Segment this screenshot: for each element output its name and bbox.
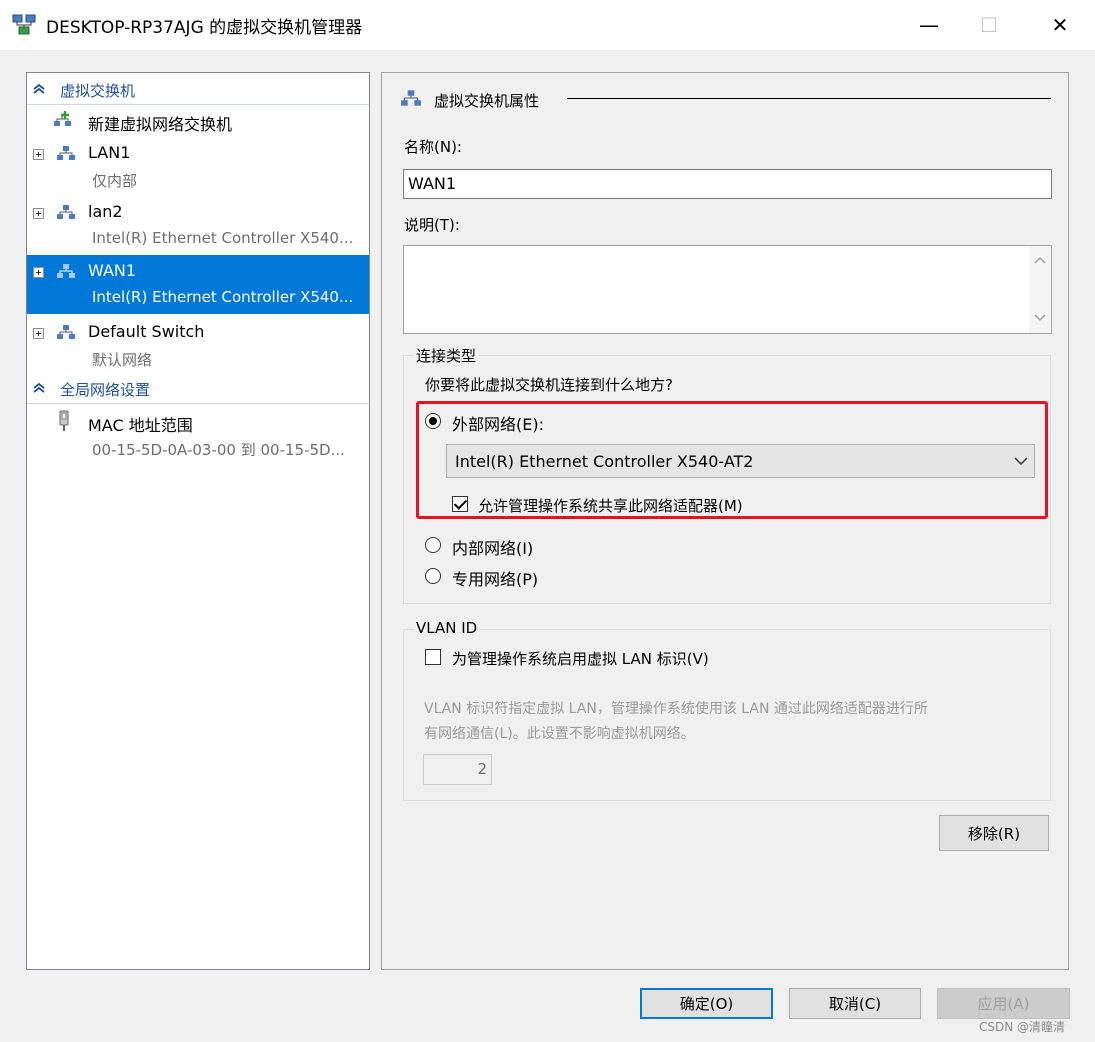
- switch-item-lan1[interactable]: LAN1 仅内部: [27, 137, 369, 194]
- name-label: 名称(N):: [404, 138, 462, 156]
- properties-pane: 虚拟交换机属性 名称(N): WAN1 说明(T): 连接类型 你要将此虚拟交换…: [381, 72, 1069, 970]
- collapse-chevron-icon: [33, 83, 45, 94]
- vlan-enable-checkbox[interactable]: [425, 649, 441, 665]
- external-network-radio[interactable]: [425, 413, 441, 429]
- ok-button[interactable]: 确定(O): [640, 988, 773, 1019]
- watermark: CSDN @清瞳清: [979, 1020, 1066, 1034]
- virtual-switch-icon: [57, 205, 75, 219]
- chevron-down-icon: [1014, 457, 1028, 466]
- switch-item-default[interactable]: Default Switch 默认网络: [27, 316, 369, 373]
- switch-manager-icon: [12, 14, 36, 35]
- minimize-button[interactable]: —: [899, 0, 959, 50]
- cancel-button[interactable]: 取消(C): [789, 988, 921, 1019]
- switch-detail: 仅内部: [92, 172, 138, 190]
- network-adapter-icon: [59, 410, 69, 431]
- notes-label: 说明(T):: [404, 216, 460, 234]
- expand-icon[interactable]: [33, 149, 44, 160]
- name-field-value: WAN1: [408, 174, 457, 193]
- header-divider: [567, 98, 1051, 99]
- connection-question: 你要将此虚拟交换机连接到什么地方?: [425, 376, 673, 394]
- switch-detail: 默认网络: [92, 351, 153, 369]
- vlan-description-line1: VLAN 标识符指定虚拟 LAN，管理操作系统使用该 LAN 通过此网络适配器进…: [424, 701, 928, 717]
- allow-sharing-checkbox[interactable]: [452, 496, 468, 512]
- virtual-switch-icon: [57, 325, 75, 339]
- vlan-id-field: 2: [423, 754, 492, 785]
- scroll-down-icon[interactable]: [1034, 314, 1046, 322]
- adapter-dropdown[interactable]: Intel(R) Ethernet Controller X540-AT2: [446, 444, 1035, 478]
- section-title: 全局网络设置: [60, 381, 151, 399]
- switch-name: WAN1: [88, 261, 137, 280]
- internal-network-radio[interactable]: [425, 537, 441, 553]
- section-title: 虚拟交换机: [60, 82, 136, 100]
- new-switch-label: 新建虚拟网络交换机: [88, 115, 233, 134]
- scroll-up-icon[interactable]: [1034, 256, 1046, 264]
- title-bar[interactable]: DESKTOP-RP37AJG 的虚拟交换机管理器 — ☐ ✕: [0, 0, 1095, 50]
- switch-detail: Intel(R) Ethernet Controller X540...: [92, 288, 354, 306]
- private-network-label[interactable]: 专用网络(P): [452, 566, 538, 590]
- mac-range-detail: 00-15-5D-0A-03-00 到 00-15-5D...: [92, 441, 345, 459]
- notes-field[interactable]: [403, 245, 1052, 334]
- switch-detail: Intel(R) Ethernet Controller X540...: [92, 229, 354, 247]
- connection-type-title: 连接类型: [414, 345, 479, 366]
- maximize-button[interactable]: ☐: [959, 0, 1019, 50]
- vlan-title: VLAN ID: [414, 619, 480, 637]
- switch-name: Default Switch: [88, 322, 205, 341]
- vlan-description-line2: 有网络通信(L)。此设置不影响虚拟机网络。: [424, 726, 695, 742]
- external-network-label[interactable]: 外部网络(E):: [452, 411, 544, 435]
- switch-item-lan2[interactable]: lan2 Intel(R) Ethernet Controller X540..…: [27, 196, 369, 253]
- virtual-switch-icon: [401, 90, 421, 106]
- properties-header: 虚拟交换机属性: [434, 92, 540, 110]
- remove-button[interactable]: 移除(R): [939, 815, 1049, 851]
- new-switch-item[interactable]: 新建虚拟网络交换机: [27, 105, 369, 135]
- section-global-settings[interactable]: 全局网络设置: [27, 374, 369, 404]
- vlan-enable-label[interactable]: 为管理操作系统启用虚拟 LAN 标识(V): [452, 648, 709, 669]
- new-switch-icon: [54, 111, 71, 126]
- allow-sharing-label[interactable]: 允许管理操作系统共享此网络适配器(M): [478, 495, 743, 516]
- section-virtual-switches[interactable]: 虚拟交换机: [27, 75, 369, 105]
- window-title: DESKTOP-RP37AJG 的虚拟交换机管理器: [46, 18, 363, 38]
- adapter-selected: Intel(R) Ethernet Controller X540-AT2: [455, 452, 754, 471]
- vlan-id-value: 2: [477, 760, 487, 778]
- switch-item-wan1[interactable]: WAN1 Intel(R) Ethernet Controller X540..…: [27, 255, 369, 314]
- close-button[interactable]: ✕: [1030, 0, 1090, 50]
- private-network-radio[interactable]: [425, 568, 441, 584]
- mac-range-item[interactable]: MAC 地址范围 00-15-5D-0A-03-00 到 00-15-5D...: [27, 406, 369, 463]
- name-field[interactable]: WAN1: [403, 169, 1052, 199]
- virtual-switch-icon: [57, 146, 75, 160]
- expand-icon[interactable]: [33, 267, 44, 278]
- virtual-switch-icon: [57, 264, 75, 278]
- internal-network-label[interactable]: 内部网络(I): [452, 535, 533, 559]
- expand-icon[interactable]: [33, 208, 44, 219]
- notes-scrollbar[interactable]: [1029, 246, 1051, 333]
- switch-name: LAN1: [88, 143, 131, 162]
- expand-icon[interactable]: [33, 328, 44, 339]
- mac-range-label: MAC 地址范围: [88, 416, 193, 435]
- switch-name: lan2: [88, 202, 123, 221]
- apply-button[interactable]: 应用(A): [937, 988, 1070, 1019]
- collapse-chevron-icon: [33, 382, 45, 393]
- switch-tree-pane[interactable]: 虚拟交换机 新建虚拟网络交换机 LAN1 仅内部 lan2 Intel(R) E…: [26, 72, 370, 970]
